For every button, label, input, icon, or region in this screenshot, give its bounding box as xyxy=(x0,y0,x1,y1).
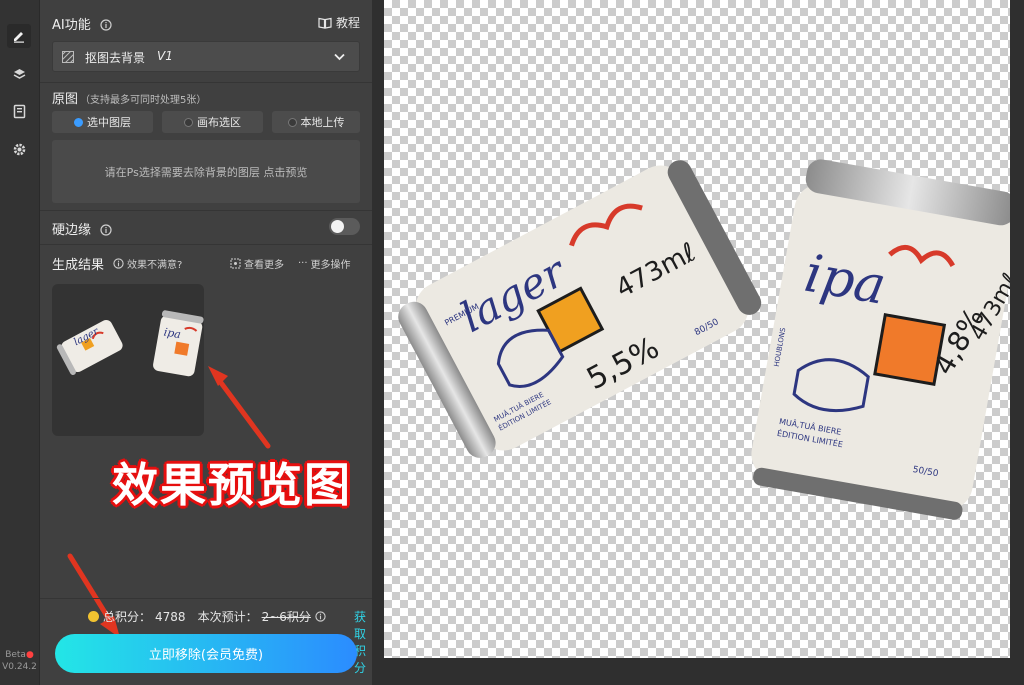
option-local-upload[interactable]: 本地上传 xyxy=(272,111,360,133)
option-canvas-selection[interactable]: 画布选区 xyxy=(162,111,263,133)
ai-plugin-panel: AI功能 教程 抠图去背景 V1 原图 （支持最多可同时处理5张） 选中图层 画… xyxy=(40,0,372,685)
edit-pen-icon[interactable] xyxy=(7,24,31,48)
book-icon xyxy=(318,17,332,29)
total-points-value: 4788 xyxy=(155,609,186,624)
layers-icon[interactable] xyxy=(7,62,31,86)
document-icon[interactable] xyxy=(7,99,31,123)
cutout-cans-image: lager PREMIUM 5,5% 473mℓ MUÂ,TUÂ BIERE É… xyxy=(398,159,1023,520)
info-icon xyxy=(113,258,124,269)
view-more-label: 查看更多 xyxy=(244,260,284,271)
option-label: 画布选区 xyxy=(197,116,241,129)
transparent-canvas[interactable]: lager PREMIUM 5,5% 473mℓ MUÂ,TUÂ BIERE É… xyxy=(384,0,1023,658)
radio-unchecked-icon xyxy=(287,117,297,127)
not-satisfied-label: 效果不满意? xyxy=(127,260,183,271)
source-subtitle: （支持最多可同时处理5张） xyxy=(80,95,207,106)
toggle-knob xyxy=(331,220,344,233)
option-selected-layer[interactable]: 选中图层 xyxy=(52,111,153,133)
total-points-label: 总积分： xyxy=(103,610,152,624)
ai-function-title: AI功能 xyxy=(52,18,91,33)
gear-icon[interactable] xyxy=(7,137,31,161)
view-more-link[interactable]: 查看更多 xyxy=(230,256,284,271)
info-icon[interactable] xyxy=(315,611,326,622)
radio-unchecked-icon xyxy=(184,117,193,127)
option-label: 选中图层 xyxy=(87,116,131,129)
estimate-label: 本次预计： xyxy=(197,610,258,624)
coin-icon xyxy=(88,611,99,622)
radio-checked-icon xyxy=(74,117,83,127)
tool-rail: Beta● V0.24.2 xyxy=(0,0,40,685)
lager-can: lager PREMIUM 5,5% 473mℓ MUÂ,TUÂ BIERE É… xyxy=(398,160,762,458)
info-icon[interactable] xyxy=(100,16,112,35)
more-actions-label: 更多操作 xyxy=(310,260,351,271)
remove-button-label: 立即移除(会员免费) xyxy=(148,648,264,663)
image-gallery-icon xyxy=(230,258,241,269)
cutout-tool-icon xyxy=(62,51,74,63)
source-title: 原图 xyxy=(52,92,79,107)
selected-tool-label: 抠图去背景 xyxy=(85,51,146,65)
hard-edge-toggle[interactable] xyxy=(329,218,360,235)
not-satisfied-link[interactable]: 效果不满意? xyxy=(113,256,182,271)
estimate-value: 2~6积分 xyxy=(261,610,311,624)
ellipsis-icon: ··· xyxy=(298,258,308,269)
preview-hint-box[interactable]: 请在Ps选择需要去除背景的图层 点击预览 xyxy=(52,140,360,203)
hard-edge-label: 硬边缘 xyxy=(52,223,92,238)
tool-select-dropdown[interactable]: 抠图去背景 V1 xyxy=(52,41,360,72)
tool-version: V1 xyxy=(157,49,173,63)
remove-background-button[interactable]: 立即移除(会员免费) xyxy=(55,634,357,673)
chevron-down-icon xyxy=(334,53,345,61)
version-number: V0.24.2 xyxy=(2,662,37,672)
results-title: 生成结果 xyxy=(52,258,105,273)
info-icon[interactable] xyxy=(100,221,112,240)
get-points-link[interactable]: 获取积分 xyxy=(354,608,372,676)
preview-hint-text: 请在Ps选择需要去除背景的图层 点击预览 xyxy=(104,165,308,179)
tutorial-label: 教程 xyxy=(336,16,361,30)
preview-annotation-text: 效果预览图 xyxy=(112,458,352,512)
ipa-can: ipa 4,8% 473mℓ MUÂ,TUÂ BIERE ÉDITION LIM… xyxy=(751,159,1023,520)
tutorial-link[interactable]: 教程 xyxy=(318,14,360,31)
option-label: 本地上传 xyxy=(300,116,345,129)
points-info: 总积分： 4788 本次预计： 2~6积分 xyxy=(88,608,326,625)
more-actions-link[interactable]: ··· 更多操作 xyxy=(298,256,351,271)
version-badge: Beta● xyxy=(5,650,34,660)
